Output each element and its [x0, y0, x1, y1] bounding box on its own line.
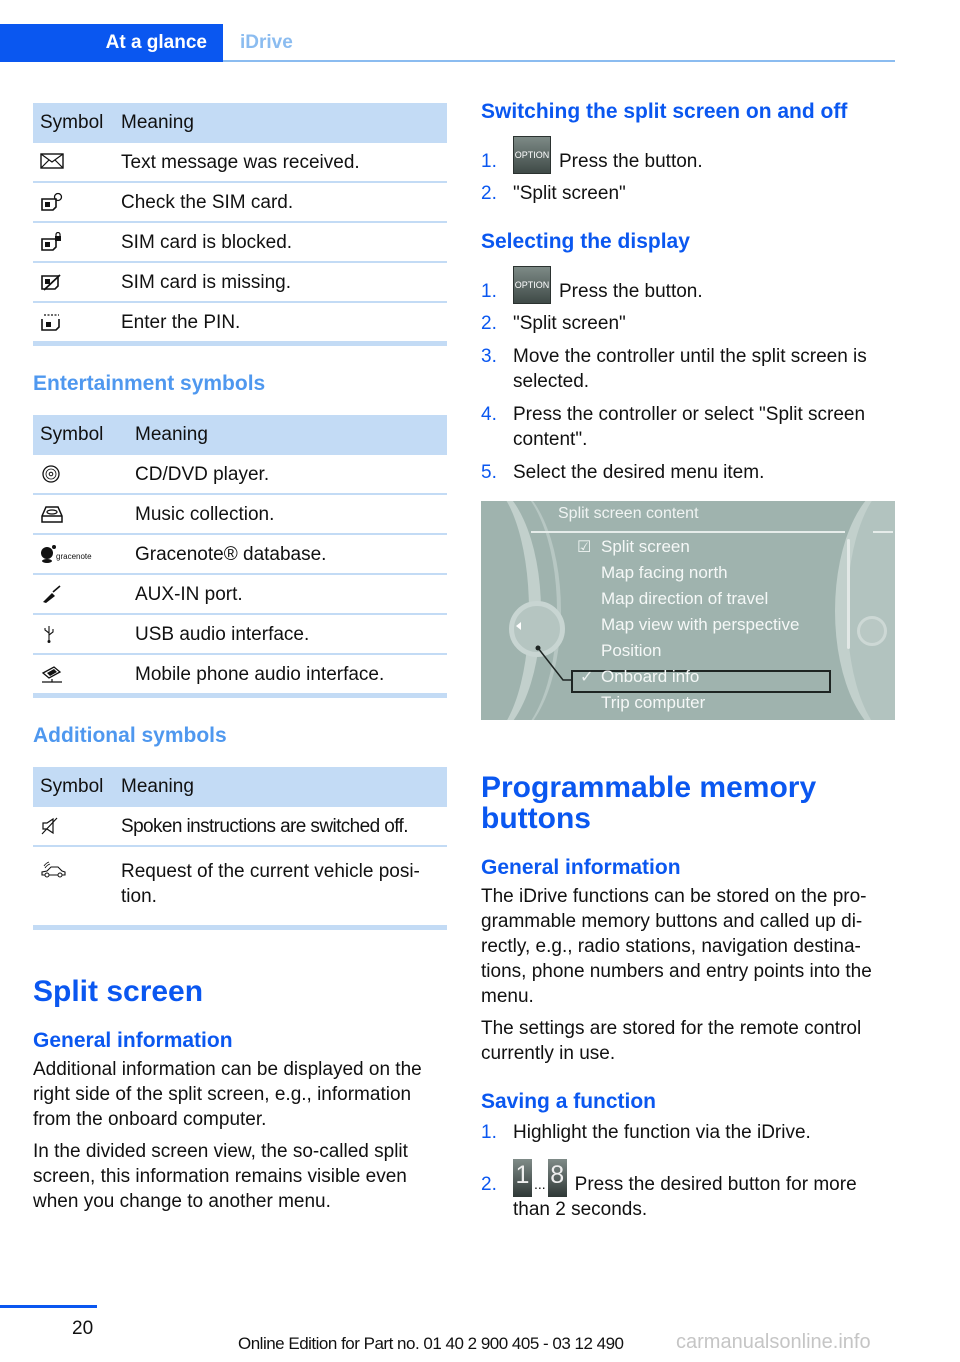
- footer-rule: [0, 1305, 97, 1308]
- selecting-heading: Selecting the display: [481, 230, 690, 253]
- envelope-icon: [40, 152, 64, 172]
- switching-steps: 1. OPTION Press the button. 2. "Split scree…: [481, 136, 895, 206]
- tab-at-a-glance[interactable]: At a glance: [0, 24, 223, 62]
- gracenote-icon: gracenote: [40, 544, 110, 564]
- ellipsis: ...: [534, 1176, 546, 1192]
- saving-steps: 1. Highlight the function via the iDrive.…: [481, 1120, 895, 1222]
- col-symbol: Symbol: [33, 767, 114, 807]
- table-header-row: Symbol Meaning: [33, 103, 447, 143]
- table-row: Check the SIM card.: [33, 182, 447, 223]
- right-column: Switching the split screen on and off 1.…: [481, 100, 895, 1222]
- col-symbol: Symbol: [33, 103, 114, 143]
- table-row: gracenote Gracenote® database.: [33, 534, 447, 575]
- table-row: SIM card is missing.: [33, 262, 447, 303]
- table-header-row: Symbol Meaning: [33, 415, 447, 455]
- meaning-cell: AUX-IN port.: [128, 574, 447, 615]
- entertainment-symbols-table: Symbol Meaning CD/DVD player. Music coll…: [33, 415, 447, 698]
- memory-para-1: The iDrive functions can be stored on th…: [481, 886, 872, 1007]
- watermark: carmanualsonline.info: [676, 1331, 871, 1353]
- meaning-cell: SIM card is missing.: [114, 262, 447, 303]
- table-row: Music collection.: [33, 494, 447, 535]
- pointer-line: [535, 645, 571, 681]
- table-row: SIM card is blocked.: [33, 222, 447, 263]
- edition-text: Online Edition for Part no. 01 40 2 900 …: [238, 1334, 624, 1353]
- memory-buttons-title: Programmable memory buttons: [481, 771, 817, 835]
- list-item: 2. 1... 8 Press the desired button for more…: [481, 1159, 857, 1220]
- option-button-icon: OPTION: [513, 266, 551, 304]
- entertainment-heading: Entertainment symbols: [33, 372, 266, 395]
- list-item: 2. "Split screen": [481, 183, 626, 204]
- list-item: 4. Press the controller or select "Split …: [481, 404, 866, 450]
- meaning-cell: USB audio interface.: [128, 614, 447, 655]
- gracenote-logo-text: gracenote: [56, 552, 92, 561]
- usb-icon: [40, 624, 64, 644]
- split-screen-para-2: In the divided screen view, the so-calle…: [33, 1141, 408, 1212]
- meaning-cell: Check the SIM card.: [114, 182, 447, 223]
- table-row: Mobile phone audio interface.: [33, 654, 447, 698]
- table-row: AUX-IN port.: [33, 574, 447, 615]
- additional-symbols-table: Symbol Meaning Spoken instructions are s…: [33, 767, 447, 930]
- table-row: USB audio interface.: [33, 614, 447, 655]
- tab-idrive[interactable]: iDrive: [240, 24, 293, 60]
- col-symbol: Symbol: [33, 415, 128, 455]
- vehicle-position-icon: [40, 860, 66, 880]
- table-row: Enter the PIN.: [33, 302, 447, 346]
- list-item: 1. OPTION Press the button.: [481, 136, 895, 174]
- meaning-cell: Request of the current vehicle posi-tion…: [114, 846, 447, 930]
- chapter-header: At a glance iDrive: [0, 24, 895, 62]
- table-header-row: Symbol Meaning: [33, 767, 447, 807]
- list-item: 1. Highlight the function via the iDrive.: [481, 1122, 811, 1143]
- memory-button-8-icon: 8: [547, 1159, 567, 1197]
- cd-dvd-icon: [40, 464, 64, 484]
- memory-para-2: The settings are stored for the remote c…: [481, 1018, 862, 1064]
- meaning-cell: Gracenote® database.: [128, 534, 447, 575]
- meaning-cell: CD/DVD player.: [128, 455, 447, 495]
- list-item: 5. Select the desired menu item.: [481, 462, 765, 483]
- memory-general-heading: General information: [481, 856, 681, 879]
- col-meaning: Meaning: [128, 415, 447, 455]
- music-collection-icon: [40, 504, 64, 524]
- aux-plug-icon: [40, 584, 64, 604]
- meaning-cell: Text message was received.: [114, 143, 447, 183]
- meaning-cell: Music collection.: [128, 494, 447, 535]
- idrive-screen-image: Split screen content ☑ Split screen Map …: [481, 501, 895, 720]
- meaning-cell: Mobile phone audio interface.: [128, 654, 447, 698]
- memory-button-1-icon: 1: [513, 1159, 532, 1197]
- split-screen-title: Split screen: [33, 975, 204, 1008]
- saving-heading: Saving a function: [481, 1090, 657, 1113]
- left-column: Symbol Meaning Text message was received…: [33, 103, 447, 1214]
- col-meaning: Meaning: [114, 767, 447, 807]
- meaning-cell: SIM card is blocked.: [114, 222, 447, 263]
- sim-missing-icon: [40, 272, 64, 292]
- option-button-icon: OPTION: [513, 136, 551, 174]
- switching-heading: Switching the split screen on and off: [481, 100, 848, 123]
- col-meaning: Meaning: [114, 103, 447, 143]
- split-screen-para-1: Additional information can be displayed …: [33, 1059, 422, 1130]
- sim-pin-icon: [40, 312, 64, 332]
- sim-locked-icon: [40, 232, 64, 252]
- sim-check-icon: [40, 192, 64, 212]
- list-item: 2. "Split screen": [481, 313, 626, 334]
- meaning-cell: Enter the PIN.: [114, 302, 447, 346]
- list-item: 3. Move the controller until the split sc…: [481, 346, 867, 392]
- meaning-cell: Spoken instructions are switched off.: [114, 807, 447, 847]
- split-screen-general-heading: General information: [33, 1029, 233, 1052]
- list-item: 1. OPTION Press the button.: [481, 266, 895, 304]
- table-row: Text message was received.: [33, 143, 447, 183]
- selecting-steps: 1. OPTION Press the button. 2. "Split scree…: [481, 266, 895, 485]
- table-row: Spoken instructions are switched off.: [33, 807, 447, 847]
- status-symbols-table: Symbol Meaning Text message was received…: [33, 103, 447, 346]
- table-row: CD/DVD player.: [33, 455, 447, 495]
- mobile-phone-audio-icon: [40, 664, 64, 684]
- page-number: 20: [72, 1318, 94, 1339]
- table-row: Request of the current vehicle posi-tion…: [33, 846, 447, 930]
- speaker-muted-icon: [40, 816, 64, 836]
- additional-heading: Additional symbols: [33, 724, 227, 747]
